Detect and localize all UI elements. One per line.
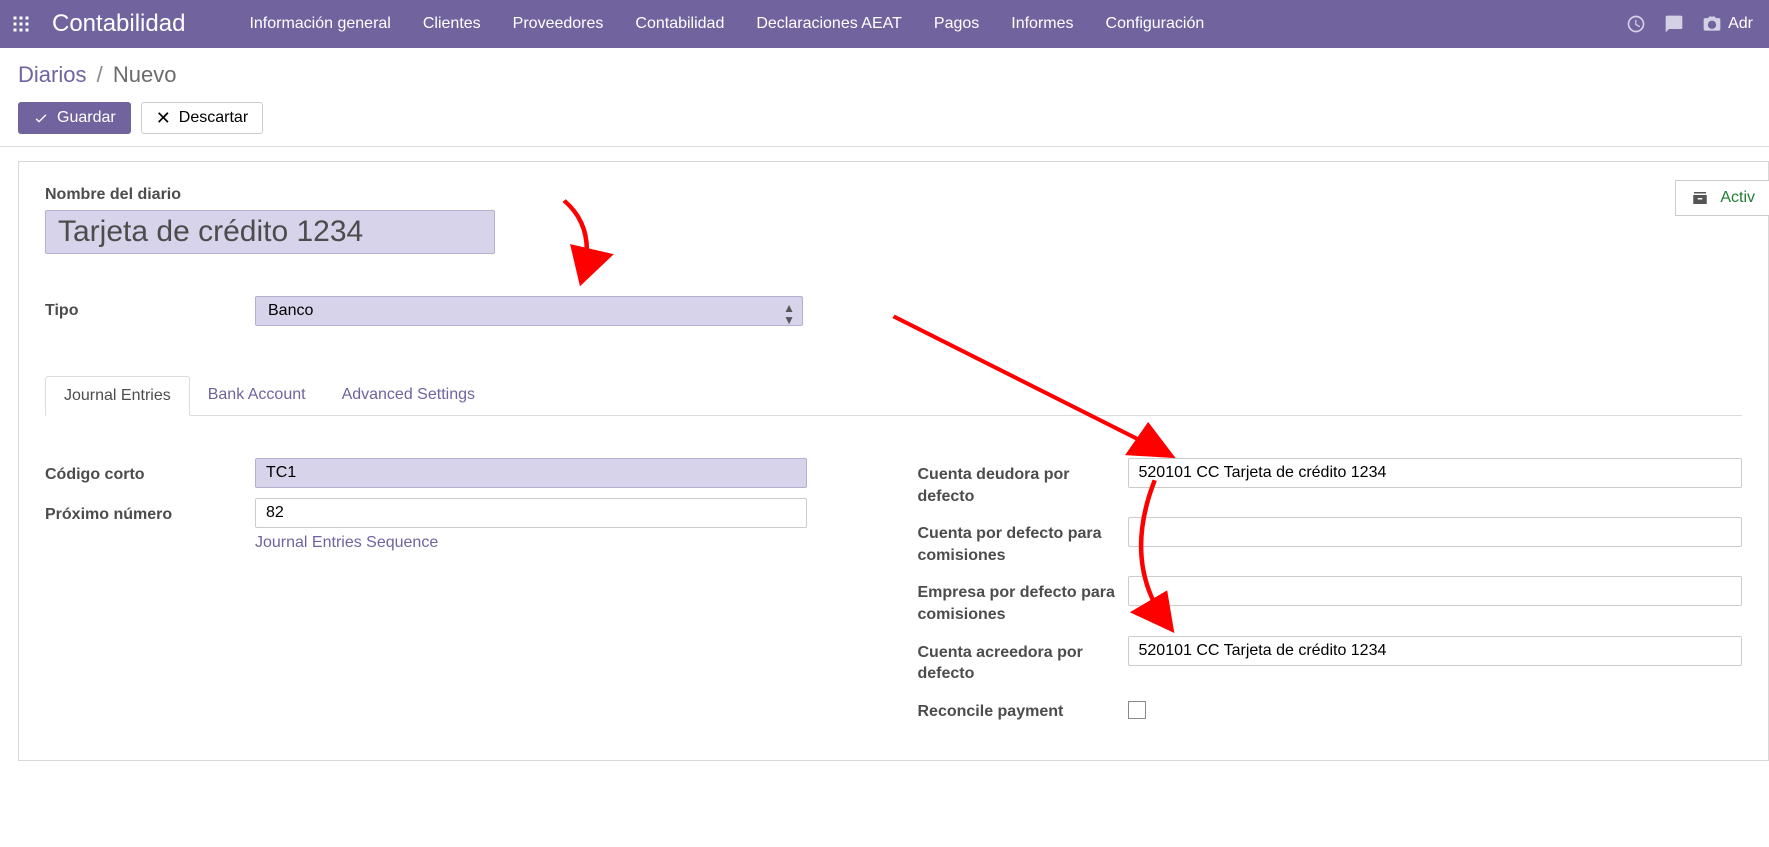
nav-item-reports[interactable]: Informes <box>997 5 1087 43</box>
nav-item-overview[interactable]: Información general <box>235 5 404 43</box>
nav-item-vendors[interactable]: Proveedores <box>499 5 618 43</box>
next-number-input[interactable] <box>255 498 807 528</box>
left-column: Código corto Próximo número Journal Entr… <box>45 458 870 733</box>
app-title[interactable]: Contabilidad <box>52 10 185 38</box>
short-code-label: Código corto <box>45 458 255 486</box>
user-label: Adr <box>1728 15 1753 33</box>
active-toggle-button[interactable]: Activ <box>1675 180 1769 216</box>
nav-item-aeat[interactable]: Declaraciones AEAT <box>742 5 916 43</box>
form-sheet: Activ Nombre del diario Tipo ▲▼ Journal … <box>18 161 1769 761</box>
commission-partner-label: Empresa por defecto para comisiones <box>918 576 1128 625</box>
journal-name-label: Nombre del diario <box>45 186 1742 204</box>
save-button-label: Guardar <box>57 109 116 127</box>
journal-name-input[interactable] <box>45 210 495 254</box>
user-menu[interactable]: Adr <box>1702 14 1753 34</box>
nav-item-accounting[interactable]: Contabilidad <box>621 5 738 43</box>
tab-bar: Journal Entries Bank Account Advanced Se… <box>45 376 1742 416</box>
right-column: Cuenta deudora por defecto Cuenta por de… <box>918 458 1743 733</box>
tab-bank-account[interactable]: Bank Account <box>190 376 324 415</box>
close-icon: ✕ <box>156 109 171 127</box>
top-nav: Información general Clientes Proveedores… <box>235 5 1626 43</box>
default-debit-label: Cuenta deudora por defecto <box>918 458 1128 507</box>
breadcrumb-current: Nuevo <box>113 62 177 87</box>
camera-icon <box>1702 14 1722 34</box>
commission-partner-input[interactable] <box>1128 576 1743 606</box>
reconcile-payment-checkbox[interactable] <box>1128 701 1146 719</box>
action-buttons: Guardar ✕ Descartar <box>18 102 1751 134</box>
next-number-label: Próximo número <box>45 498 255 526</box>
discard-button[interactable]: ✕ Descartar <box>141 102 263 134</box>
nav-item-customers[interactable]: Clientes <box>409 5 495 43</box>
commission-account-label: Cuenta por defecto para comisiones <box>918 517 1128 566</box>
default-debit-input[interactable] <box>1128 458 1743 488</box>
save-button[interactable]: Guardar <box>18 102 131 134</box>
type-select-value[interactable] <box>255 296 803 326</box>
chat-icon[interactable] <box>1664 14 1684 34</box>
type-select[interactable]: ▲▼ <box>255 296 803 326</box>
short-code-input[interactable] <box>255 458 807 488</box>
topbar-right: Adr <box>1626 14 1759 34</box>
active-toggle-label: Activ <box>1720 189 1755 207</box>
breadcrumb-link-journals[interactable]: Diarios <box>18 62 86 87</box>
tab-content: Código corto Próximo número Journal Entr… <box>45 416 1742 733</box>
sequence-link[interactable]: Journal Entries Sequence <box>255 534 438 552</box>
default-credit-input[interactable] <box>1128 636 1743 666</box>
control-panel: Diarios / Nuevo Guardar ✕ Descartar <box>0 48 1769 147</box>
default-credit-label: Cuenta acreedora por defecto <box>918 636 1128 685</box>
tab-journal-entries[interactable]: Journal Entries <box>45 376 190 416</box>
breadcrumb-separator: / <box>97 62 103 87</box>
breadcrumb: Diarios / Nuevo <box>18 62 1751 88</box>
check-icon <box>33 110 49 126</box>
nav-item-config[interactable]: Configuración <box>1092 5 1219 43</box>
apps-icon[interactable] <box>10 13 32 35</box>
nav-item-payments[interactable]: Pagos <box>920 5 993 43</box>
tab-advanced-settings[interactable]: Advanced Settings <box>324 376 493 415</box>
topbar: Contabilidad Información general Cliente… <box>0 0 1769 48</box>
discard-button-label: Descartar <box>179 109 248 127</box>
type-label: Tipo <box>45 302 255 320</box>
archive-icon <box>1690 189 1710 207</box>
reconcile-payment-label: Reconcile payment <box>918 695 1128 723</box>
clock-icon[interactable] <box>1626 14 1646 34</box>
commission-account-input[interactable] <box>1128 517 1743 547</box>
